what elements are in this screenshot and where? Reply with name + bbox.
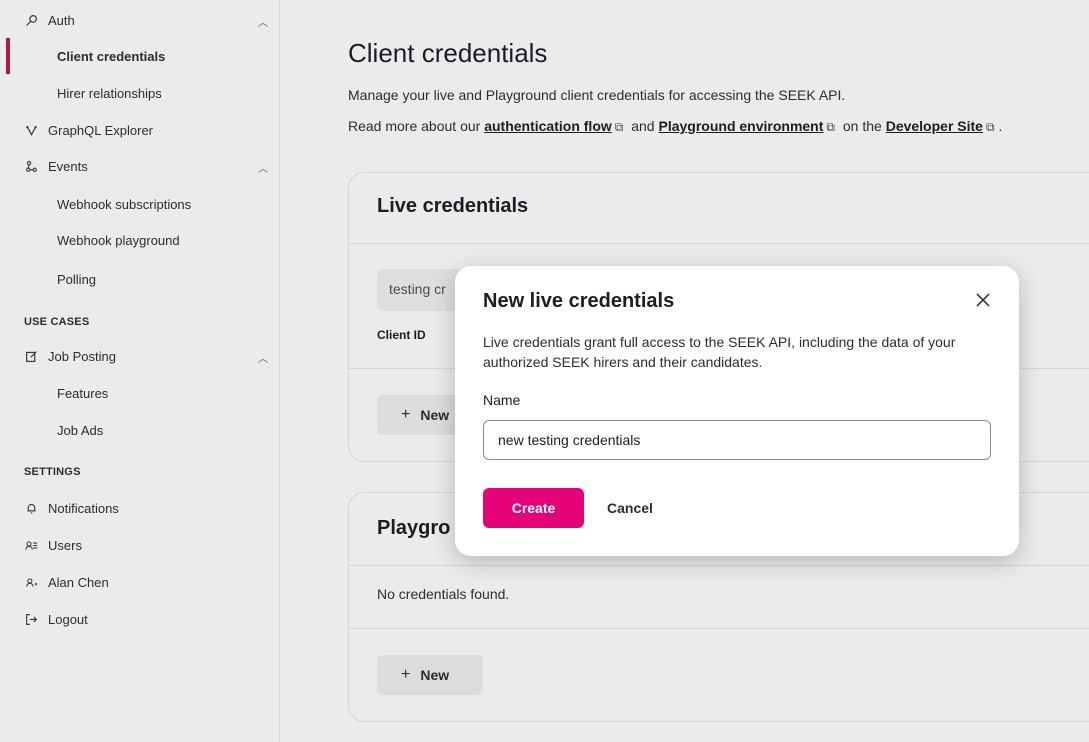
plus-icon: + — [401, 406, 411, 423]
sidebar-item-webhook-subscriptions[interactable]: Webhook subscriptions — [12, 186, 280, 222]
empty-state-text: No credentials found. — [377, 586, 510, 602]
divider — [349, 628, 1089, 629]
name-input[interactable] — [483, 420, 991, 460]
dialog-title: New live credentials — [483, 290, 675, 312]
sidebar-item-logout[interactable]: Logout — [12, 601, 280, 637]
section-label-use-cases: USE CASES — [24, 316, 90, 328]
sidebar-item-label: Users — [48, 537, 82, 553]
external-link-icon: ⧉ — [985, 120, 995, 134]
sidebar-item-polling[interactable]: Polling — [12, 261, 280, 297]
bell-icon — [24, 501, 38, 515]
links-prefix: Read more about our — [348, 118, 481, 134]
sidebar-item-label: Events — [48, 158, 88, 174]
links-suffix: . — [998, 118, 1003, 134]
sidebar-item-features[interactable]: Features — [12, 375, 280, 411]
sidebar-item-client-credentials[interactable]: Client credentials — [12, 38, 280, 74]
sidebar-item-label: Alan Chen — [48, 574, 109, 590]
events-icon — [24, 159, 38, 173]
chevron-up-icon[interactable]: ︿ — [258, 160, 268, 175]
external-link-icon: ⧉ — [826, 120, 835, 134]
links-on-the: on the — [842, 118, 882, 134]
sidebar-item-graphql-explorer[interactable]: GraphQL Explorer — [12, 112, 280, 148]
live-credentials-title: Live credentials — [377, 195, 529, 217]
sidebar-item-label: Auth — [48, 12, 75, 28]
section-label-settings: SETTINGS — [24, 466, 81, 478]
users-icon — [24, 538, 38, 552]
dialog-description: Live credentials grant full access to th… — [483, 334, 956, 370]
plus-icon: + — [401, 666, 411, 683]
create-button[interactable]: Create — [483, 488, 584, 528]
sidebar-item-label: GraphQL Explorer — [48, 122, 154, 138]
page-links: Read more about our authentication flow ⧉… — [348, 118, 1002, 135]
playground-environment-link[interactable]: Playground environment — [658, 118, 823, 134]
edit-icon — [24, 349, 38, 363]
logout-icon — [24, 612, 38, 626]
sidebar-item-label: Notifications — [48, 500, 119, 516]
chevron-up-icon[interactable]: ︿ — [258, 350, 268, 365]
playground-credentials-title: Playgro — [377, 517, 451, 539]
sidebar-item-label: Client credentials — [57, 48, 166, 64]
client-id-label: Client ID — [377, 328, 426, 342]
key-icon — [24, 13, 38, 27]
new-button-label: New — [420, 667, 450, 683]
sidebar-item-notifications[interactable]: Notifications — [12, 490, 280, 526]
sidebar-item-webhook-playground[interactable]: Webhook playground — [12, 222, 280, 258]
new-live-credentials-dialog: New live credentials Live credentials gr… — [455, 266, 1019, 556]
sidebar-item-label: Hirer relationships — [57, 85, 162, 101]
sidebar-item-label: Polling — [57, 271, 97, 287]
links-and: and — [631, 118, 655, 134]
new-playground-credential-button[interactable]: + New — [377, 655, 483, 695]
close-icon[interactable] — [973, 290, 993, 310]
graphql-icon — [24, 123, 38, 137]
active-indicator — [6, 38, 10, 74]
cancel-button[interactable]: Cancel — [607, 488, 653, 528]
sidebar: Auth ︿ Client credentials Hirer relation… — [0, 0, 280, 742]
name-field-label: Name — [483, 392, 521, 408]
sidebar-item-label: Webhook playground — [57, 232, 180, 248]
sidebar-item-hirer-relationships[interactable]: Hirer relationships — [12, 75, 280, 111]
sidebar-item-job-posting[interactable]: Job Posting ︿ — [12, 338, 280, 374]
page-title: Client credentials — [348, 38, 548, 68]
divider — [349, 565, 1089, 566]
authentication-flow-link[interactable]: authentication flow — [484, 118, 612, 134]
sidebar-item-label: Features — [57, 385, 109, 401]
sidebar-item-label: Logout — [48, 611, 88, 627]
sidebar-item-profile[interactable]: Alan Chen — [12, 564, 280, 600]
developer-site-link[interactable]: Developer Site — [886, 118, 983, 134]
sidebar-item-label: Job Posting — [48, 348, 116, 364]
sidebar-item-label: Webhook subscriptions — [57, 196, 192, 212]
sidebar-item-label: Job Ads — [57, 422, 104, 438]
external-link-icon: ⧉ — [614, 120, 624, 134]
user-icon — [24, 575, 38, 589]
sidebar-item-auth[interactable]: Auth ︿ — [12, 2, 280, 38]
sidebar-item-job-ads[interactable]: Job Ads — [12, 412, 280, 448]
divider — [349, 243, 1089, 244]
sidebar-item-events[interactable]: Events ︿ — [12, 148, 280, 184]
new-button-label: New — [420, 407, 450, 423]
sidebar-item-users[interactable]: Users — [12, 527, 280, 563]
page-description: Manage your live and Playground client c… — [348, 87, 846, 103]
chevron-up-icon[interactable]: ︿ — [258, 14, 268, 29]
